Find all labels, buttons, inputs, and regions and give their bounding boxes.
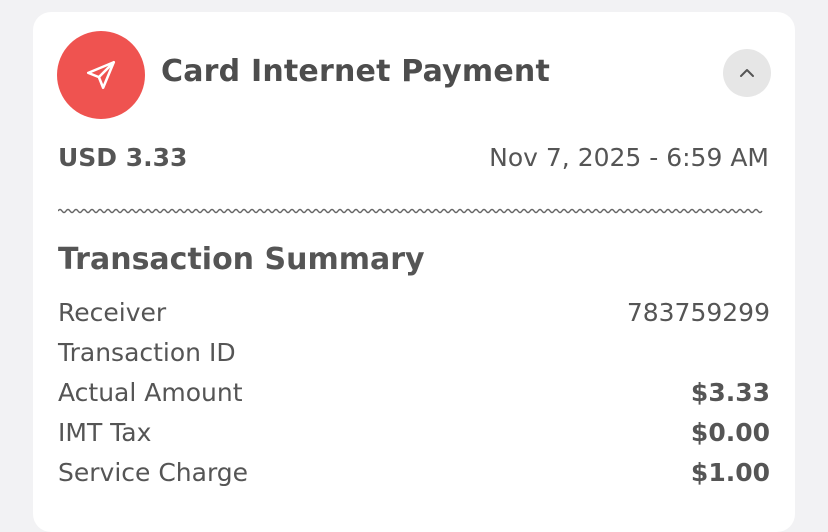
- summary-row-transaction-id: Transaction ID: [58, 332, 770, 372]
- transaction-amount: USD 3.33: [58, 143, 188, 172]
- row-value: $1.00: [690, 457, 770, 487]
- row-value: $3.33: [690, 377, 770, 407]
- divider: [58, 208, 763, 214]
- transaction-datetime: Nov 7, 2025 - 6:59 AM: [489, 143, 769, 172]
- row-label: IMT Tax: [58, 417, 152, 447]
- summary-row-actual-amount: Actual Amount $3.33: [58, 372, 770, 412]
- row-value: 783759299: [626, 297, 770, 327]
- row-label: Transaction ID: [58, 337, 236, 367]
- chevron-up-icon: [740, 69, 754, 77]
- row-label: Service Charge: [58, 457, 249, 487]
- row-value: $0.00: [690, 417, 770, 447]
- summary-row-receiver: Receiver 783759299: [58, 292, 770, 332]
- summary-title: Transaction Summary: [58, 242, 425, 277]
- row-label: Receiver: [58, 297, 167, 327]
- transaction-title: Card Internet Payment: [161, 54, 551, 89]
- summary-row-service-charge: Service Charge $1.00: [58, 452, 770, 492]
- collapse-button[interactable]: [723, 49, 771, 97]
- send-icon: [57, 31, 145, 119]
- summary-list: Receiver 783759299 Transaction ID Actual…: [58, 292, 770, 492]
- row-label: Actual Amount: [58, 377, 243, 407]
- summary-row-imt-tax: IMT Tax $0.00: [58, 412, 770, 452]
- transaction-card: Card Internet Payment USD 3.33 Nov 7, 20…: [33, 12, 795, 532]
